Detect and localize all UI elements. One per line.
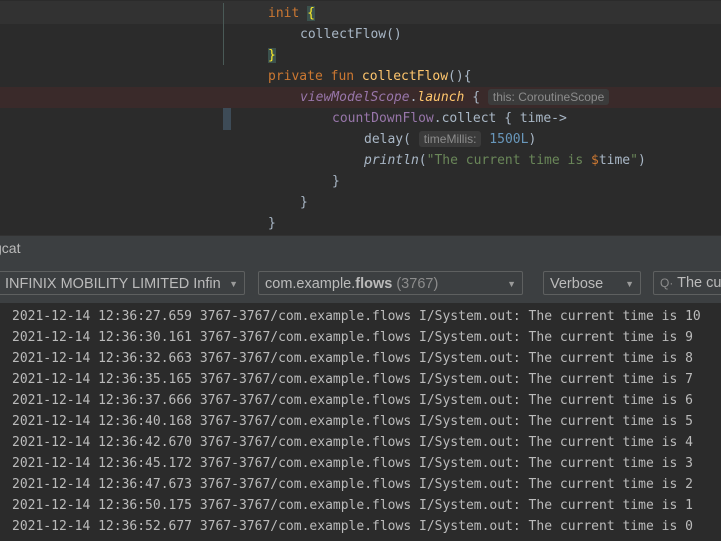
chevron-down-icon: ▼ <box>625 279 634 289</box>
log-line: 2021-12-14 12:36:42.670 3767-3767/com.ex… <box>12 435 693 450</box>
code-token: init <box>268 6 308 21</box>
code-line: collectFlow() <box>300 24 402 45</box>
code-token: { <box>464 90 488 105</box>
log-level-dropdown[interactable]: Verbose ▼ <box>543 271 641 295</box>
code-token: launch <box>417 90 465 105</box>
code-token: ) <box>637 153 646 168</box>
code-token: viewModelScope <box>300 90 410 105</box>
log-level-value: Verbose <box>550 276 604 292</box>
logcat-panel-header: gcat <box>0 235 721 262</box>
log-line: 2021-12-14 12:36:30.161 3767-3767/com.ex… <box>12 330 693 345</box>
code-editor[interactable]: init {collectFlow()} private fun collectF… <box>0 0 721 234</box>
code-token: delay( <box>364 132 419 147</box>
code-token: private fun <box>268 69 362 84</box>
code-token: time <box>598 153 631 168</box>
log-line: 2021-12-14 12:36:45.172 3767-3767/com.ex… <box>12 456 693 471</box>
code-token: (){ <box>448 69 472 84</box>
code-token: ) <box>528 132 537 147</box>
chevron-down-icon: ▼ <box>507 279 516 289</box>
logcat-title: gcat <box>0 240 21 256</box>
log-line: 2021-12-14 12:36:37.666 3767-3767/com.ex… <box>12 393 693 408</box>
code-line: init { <box>268 3 315 24</box>
code-token: collectFlow() <box>300 27 402 42</box>
code-token: ( <box>418 153 427 168</box>
code-token: .collect { time-> <box>433 111 567 126</box>
process-name-bold: flows <box>355 276 393 292</box>
log-line: 2021-12-14 12:36:35.165 3767-3767/com.ex… <box>12 372 693 387</box>
code-line: private fun collectFlow(){ <box>268 66 472 87</box>
code-line: } <box>268 45 276 66</box>
code-line: } <box>268 213 276 234</box>
code-token: countDownFlow <box>332 111 434 126</box>
log-line: 2021-12-14 12:36:40.168 3767-3767/com.ex… <box>12 414 693 429</box>
code-line: delay( timeMillis: 1500L) <box>364 129 536 150</box>
process-pid: (3767) <box>392 276 439 292</box>
code-token: "The current time is <box>426 153 591 168</box>
code-token: } <box>300 195 308 210</box>
code-line: } <box>300 192 308 213</box>
log-search-value: The cu <box>677 275 721 291</box>
log-line: 2021-12-14 12:36:47.673 3767-3767/com.ex… <box>12 477 693 492</box>
process-dropdown[interactable]: com.example.flows (3767) ▼ <box>258 271 523 295</box>
code-line: countDownFlow.collect { time-> <box>332 108 567 129</box>
device-dropdown-value: INFINIX MOBILITY LIMITED Infin <box>5 276 221 292</box>
code-token: } <box>268 216 276 231</box>
parameter-hint: timeMillis: <box>418 131 482 147</box>
code-token: " <box>630 153 638 168</box>
code-line: println("The current time is $time") <box>364 150 646 171</box>
code-token: } <box>332 174 340 189</box>
parameter-hint: this: CoroutineScope <box>487 89 610 105</box>
process-name-prefix: com.example. <box>265 276 356 292</box>
log-line: 2021-12-14 12:36:32.663 3767-3767/com.ex… <box>12 351 693 366</box>
code-token: 1500L <box>481 132 529 147</box>
search-icon: Q· <box>660 276 674 290</box>
change-marker[interactable] <box>223 108 231 130</box>
device-dropdown[interactable]: INFINIX MOBILITY LIMITED Infin ▼ <box>0 271 245 295</box>
code-token: { <box>307 6 315 21</box>
logcat-output[interactable]: 2021-12-14 12:36:27.659 3767-3767/com.ex… <box>0 304 721 541</box>
code-token: println <box>364 153 419 168</box>
code-token: collectFlow <box>361 69 449 84</box>
log-line: 2021-12-14 12:36:50.175 3767-3767/com.ex… <box>12 498 693 513</box>
code-token: } <box>268 48 276 63</box>
logcat-toolbar: INFINIX MOBILITY LIMITED Infin ▼ com.exa… <box>0 261 721 303</box>
log-search-input[interactable]: Q· The cu <box>653 271 721 295</box>
code-token: $ <box>591 153 599 168</box>
indent-guide <box>223 3 224 65</box>
log-line: 2021-12-14 12:36:52.677 3767-3767/com.ex… <box>12 519 693 534</box>
current-line-highlight <box>0 1 721 24</box>
chevron-down-icon: ▼ <box>229 279 238 289</box>
code-line: } <box>332 171 340 192</box>
log-line: 2021-12-14 12:36:27.659 3767-3767/com.ex… <box>12 309 701 324</box>
code-line: viewModelScope.launch { this: CoroutineS… <box>300 87 610 108</box>
